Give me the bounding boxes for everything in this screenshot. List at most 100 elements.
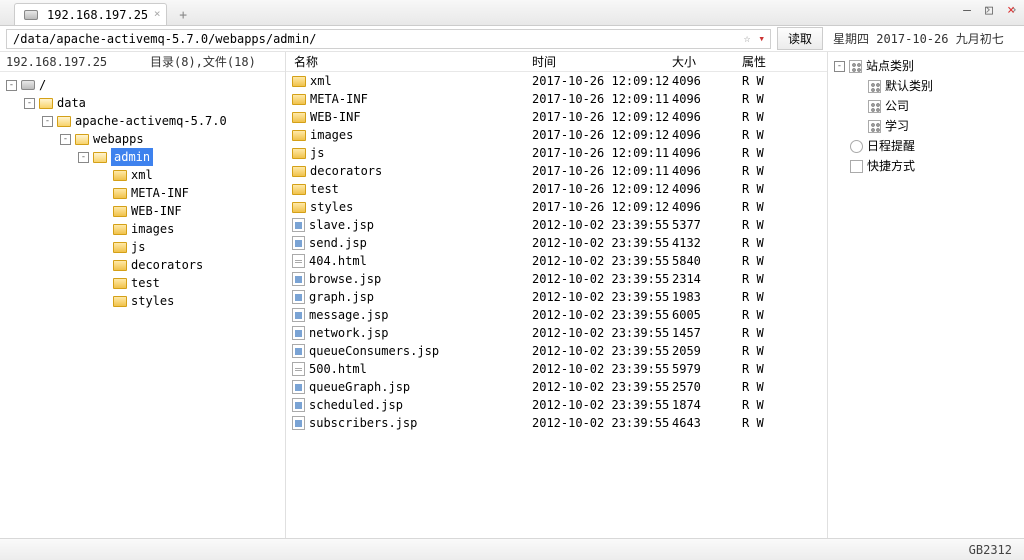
file-time: 2012-10-02 23:39:55 — [532, 326, 672, 340]
file-size: 4096 — [672, 164, 742, 178]
list-header: 名称 时间 大小 属性 — [286, 52, 827, 72]
side-study[interactable]: 学习 — [834, 116, 1018, 136]
collapse-icon[interactable]: - — [834, 61, 845, 72]
file-time: 2017-10-26 12:09:12 — [532, 182, 672, 196]
file-name: 404.html — [309, 254, 367, 268]
table-row[interactable]: xml2017-10-26 12:09:124096R W — [286, 72, 827, 90]
table-row[interactable]: message.jsp2012-10-02 23:39:556005R W — [286, 306, 827, 324]
collapse-icon[interactable]: - — [60, 134, 71, 145]
table-row[interactable]: decorators2017-10-26 12:09:114096R W — [286, 162, 827, 180]
file-attr: R W — [742, 308, 792, 322]
file-attr: R W — [742, 362, 792, 376]
side-company[interactable]: 公司 — [834, 96, 1018, 116]
tree-amq[interactable]: -apache-activemq-5.7.0 — [2, 112, 283, 130]
minimize-icon[interactable]: – — [960, 4, 974, 18]
file-name: test — [310, 182, 339, 196]
table-row[interactable]: 500.html2012-10-02 23:39:555979R W — [286, 360, 827, 378]
folder-icon — [112, 204, 128, 218]
col-time[interactable]: 时间 — [532, 53, 672, 70]
file-time: 2012-10-02 23:39:55 — [532, 236, 672, 250]
tree-child[interactable]: META-INF — [2, 184, 283, 202]
table-row[interactable]: queueGraph.jsp2012-10-02 23:39:552570R W — [286, 378, 827, 396]
tree-child[interactable]: test — [2, 274, 283, 292]
col-name[interactable]: 名称 — [286, 53, 532, 70]
file-time: 2017-10-26 12:09:11 — [532, 164, 672, 178]
table-row[interactable]: 404.html2012-10-02 23:39:555840R W — [286, 252, 827, 270]
tree-child[interactable]: xml — [2, 166, 283, 184]
folder-icon — [112, 186, 128, 200]
maximize-icon[interactable]: □ — [982, 4, 996, 18]
table-row[interactable]: WEB-INF2017-10-26 12:09:124096R W — [286, 108, 827, 126]
file-name: message.jsp — [309, 308, 388, 322]
new-tab-button[interactable]: + — [173, 7, 193, 25]
folder-icon — [112, 276, 128, 290]
collapse-icon[interactable]: - — [6, 80, 17, 91]
path-input[interactable]: /data/apache-activemq-5.7.0/webapps/admi… — [6, 29, 771, 49]
tree-root[interactable]: -/ — [2, 76, 283, 94]
collapse-icon[interactable]: - — [42, 116, 53, 127]
tree-admin[interactable]: -admin — [2, 148, 283, 166]
link-icon — [850, 160, 863, 173]
directory-tree[interactable]: -/ -data -apache-activemq-5.7.0 -webapps… — [0, 72, 285, 538]
file-list-body[interactable]: xml2017-10-26 12:09:124096R WMETA-INF201… — [286, 72, 827, 538]
category-icon — [868, 120, 881, 133]
tree-ip: 192.168.197.25 — [0, 55, 150, 69]
table-row[interactable]: network.jsp2012-10-02 23:39:551457R W — [286, 324, 827, 342]
col-attr[interactable]: 属性 — [742, 53, 792, 70]
file-size: 4132 — [672, 236, 742, 250]
tree-data[interactable]: -data — [2, 94, 283, 112]
encoding-label[interactable]: GB2312 — [969, 543, 1012, 557]
table-row[interactable]: slave.jsp2012-10-02 23:39:555377R W — [286, 216, 827, 234]
table-row[interactable]: browse.jsp2012-10-02 23:39:552314R W — [286, 270, 827, 288]
main-area: 192.168.197.25 目录(8),文件(18) -/ -data -ap… — [0, 52, 1024, 538]
file-size: 4096 — [672, 146, 742, 160]
folder-icon — [112, 168, 128, 182]
path-text: /data/apache-activemq-5.7.0/webapps/admi… — [13, 32, 316, 46]
folder-icon — [112, 222, 128, 236]
table-row[interactable]: js2017-10-26 12:09:114096R W — [286, 144, 827, 162]
file-attr: R W — [742, 92, 792, 106]
app-window: › › 192.168.197.25 × + – □ × /data/apach… — [0, 0, 1024, 560]
file-name: 500.html — [309, 362, 367, 376]
collapse-icon[interactable]: - — [24, 98, 35, 109]
tree-child[interactable]: WEB-INF — [2, 202, 283, 220]
jsp-file-icon — [292, 380, 305, 394]
collapse-icon[interactable]: - — [78, 152, 89, 163]
close-window-icon[interactable]: × — [1004, 4, 1018, 18]
tree-child[interactable]: js — [2, 238, 283, 256]
file-size: 4096 — [672, 200, 742, 214]
file-attr: R W — [742, 326, 792, 340]
dropdown-icon[interactable]: ▾ — [755, 32, 768, 45]
file-name: slave.jsp — [309, 218, 374, 232]
table-row[interactable]: META-INF2017-10-26 12:09:114096R W — [286, 90, 827, 108]
table-row[interactable]: test2017-10-26 12:09:124096R W — [286, 180, 827, 198]
table-row[interactable]: styles2017-10-26 12:09:124096R W — [286, 198, 827, 216]
table-row[interactable]: graph.jsp2012-10-02 23:39:551983R W — [286, 288, 827, 306]
table-row[interactable]: scheduled.jsp2012-10-02 23:39:551874R W — [286, 396, 827, 414]
col-size[interactable]: 大小 — [672, 53, 742, 70]
side-site-category[interactable]: -站点类别 — [834, 56, 1018, 76]
status-bar: GB2312 — [0, 538, 1024, 560]
file-attr: R W — [742, 272, 792, 286]
side-default[interactable]: 默认类别 — [834, 76, 1018, 96]
tab-bar: › › 192.168.197.25 × + – □ × — [0, 0, 1024, 26]
table-row[interactable]: subscribers.jsp2012-10-02 23:39:554643R … — [286, 414, 827, 432]
file-size: 2314 — [672, 272, 742, 286]
folder-icon — [292, 202, 306, 213]
file-attr: R W — [742, 344, 792, 358]
tree-webapps[interactable]: -webapps — [2, 130, 283, 148]
tree-child[interactable]: decorators — [2, 256, 283, 274]
tab-session[interactable]: 192.168.197.25 × — [14, 3, 167, 25]
tree-child[interactable]: images — [2, 220, 283, 238]
side-reminder[interactable]: 日程提醒 — [834, 136, 1018, 156]
read-button[interactable]: 读取 — [777, 27, 823, 50]
close-icon[interactable]: × — [151, 8, 163, 20]
path-bar: /data/apache-activemq-5.7.0/webapps/admi… — [0, 26, 1024, 52]
table-row[interactable]: images2017-10-26 12:09:124096R W — [286, 126, 827, 144]
table-row[interactable]: send.jsp2012-10-02 23:39:554132R W — [286, 234, 827, 252]
category-icon — [868, 80, 881, 93]
side-shortcut[interactable]: 快捷方式 — [834, 156, 1018, 176]
tree-child[interactable]: styles — [2, 292, 283, 310]
star-icon[interactable]: ☆ — [741, 32, 754, 45]
table-row[interactable]: queueConsumers.jsp2012-10-02 23:39:55205… — [286, 342, 827, 360]
